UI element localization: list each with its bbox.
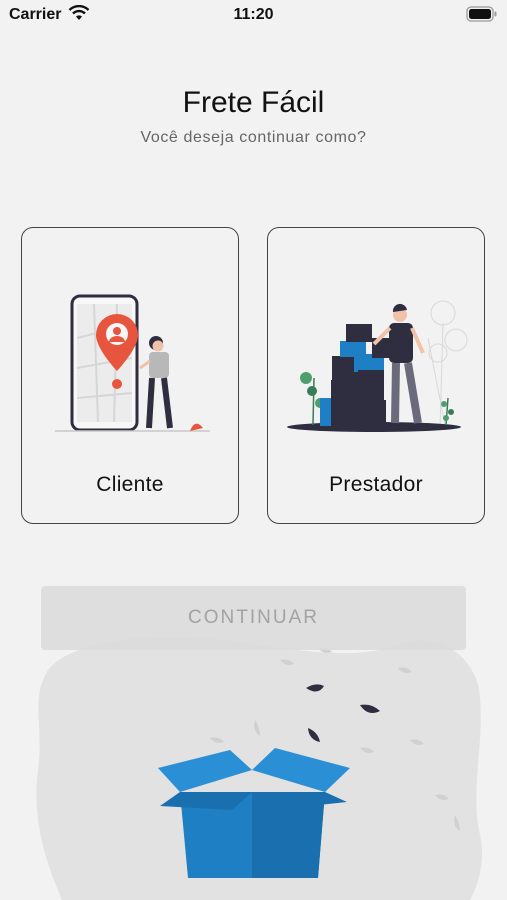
option-label: Cliente (96, 473, 164, 496)
page-title: Frete Fácil (182, 86, 325, 119)
bottom-illustration (36, 637, 483, 900)
option-label: Prestador (329, 473, 423, 496)
page-subtitle: Você deseja continuar como? (140, 129, 367, 146)
status-bar: Carrier 11:20 (0, 0, 507, 30)
continue-button[interactable]: CONTINUAR (41, 586, 466, 650)
clock: 11:20 (233, 6, 274, 23)
option-card-prestador[interactable]: Prestador (267, 227, 485, 524)
battery-icon (466, 6, 498, 27)
option-card-cliente[interactable]: Cliente (21, 227, 239, 524)
